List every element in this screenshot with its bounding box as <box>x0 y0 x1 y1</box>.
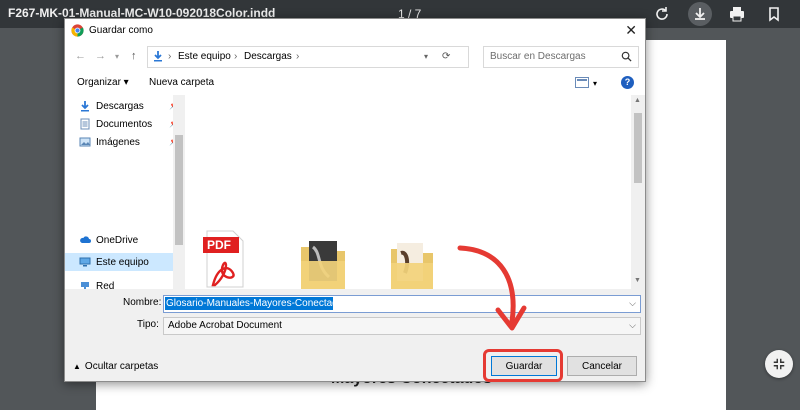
search-icon <box>621 51 632 62</box>
scrollbar-thumb[interactable] <box>175 135 183 245</box>
view-options-chevron-icon[interactable]: ▾ <box>593 79 597 88</box>
recent-chevron-icon[interactable]: ▾ <box>115 52 119 61</box>
hide-folders-label: Ocultar carpetas <box>84 361 159 372</box>
name-label: Nombre: <box>123 297 162 308</box>
computer-icon <box>79 257 91 267</box>
chevron-up-icon: ▲ <box>73 362 81 371</box>
download-arrow-icon <box>154 51 162 62</box>
save-button[interactable]: Guardar <box>491 356 557 376</box>
print-icon[interactable] <box>727 4 747 24</box>
sidebar-item-label: Red <box>96 280 115 290</box>
chevron-down-icon[interactable]: ⌵ <box>629 320 636 331</box>
sidebar-item-label: Este equipo <box>96 256 149 268</box>
hide-folders-toggle[interactable]: ▲ Ocultar carpetas <box>73 361 158 372</box>
chrome-logo-icon <box>71 24 84 37</box>
breadcrumb-separator: › <box>296 51 300 62</box>
breadcrumb-separator: › <box>168 51 172 62</box>
breadcrumb-descargas[interactable]: Descargas <box>244 51 292 62</box>
sidebar-item-label: Imágenes <box>96 136 140 148</box>
sidebar-item-este-equipo[interactable]: Este equipo <box>65 253 173 271</box>
sidebar-item-onedrive[interactable]: OneDrive <box>79 231 183 249</box>
type-label: Tipo: <box>137 319 159 330</box>
file-list-scrollbar[interactable]: ▲ ▼ <box>631 95 645 289</box>
help-icon[interactable]: ? <box>621 76 634 89</box>
scrollbar-thumb[interactable] <box>634 113 642 183</box>
dialog-footer: ▲ Ocultar carpetas Guardar Cancelar <box>65 347 645 382</box>
forward-arrow-icon[interactable]: → <box>95 50 106 62</box>
view-options-icon[interactable] <box>575 77 589 88</box>
dialog-title: Guardar como <box>89 25 153 36</box>
download-icon[interactable] <box>688 2 712 26</box>
scroll-down-icon[interactable]: ▼ <box>634 277 641 284</box>
search-box[interactable] <box>483 46 639 68</box>
close-icon[interactable]: ✕ <box>625 23 637 37</box>
cloud-icon <box>80 236 91 243</box>
breadcrumb-este-equipo[interactable]: Este equipo <box>178 51 231 62</box>
back-arrow-icon[interactable]: ← <box>75 50 86 62</box>
navigation-pane: Descargas 📌 Documentos 📌 Imágenes 📌 OneD… <box>65 95 185 289</box>
organize-menu[interactable]: Organizar ▾ <box>77 77 129 88</box>
search-input[interactable] <box>490 51 610 62</box>
sidebar-item-label: Documentos <box>96 118 153 130</box>
file-list-pane: PDF <box>185 95 631 291</box>
network-icon <box>81 282 89 289</box>
refresh-icon[interactable]: ⟳ <box>442 51 450 62</box>
navigation-scrollbar[interactable] <box>173 95 185 289</box>
save-as-dialog: Guardar como ✕ ← → ▾ ↑ › Este equipo › D… <box>64 18 646 382</box>
folder-icon <box>301 241 345 291</box>
pdf-label: PDF <box>207 238 231 252</box>
sidebar-item-descargas[interactable]: Descargas 📌 <box>79 97 183 115</box>
folder-icon <box>391 243 433 291</box>
new-folder-button[interactable]: Nueva carpeta <box>149 77 214 88</box>
scroll-up-icon[interactable]: ▲ <box>634 97 641 104</box>
folder-item[interactable] <box>389 239 433 291</box>
sidebar-item-documentos[interactable]: Documentos 📌 <box>79 115 183 133</box>
bookmark-icon[interactable] <box>764 4 784 24</box>
address-bar-row: ← → ▾ ↑ › Este equipo › Descargas › ▾ ⟳ <box>65 43 645 71</box>
filename-input[interactable] <box>164 297 608 310</box>
sidebar-item-label: Descargas <box>96 100 144 112</box>
documents-icon <box>80 118 90 130</box>
sidebar-item-red[interactable]: Red <box>79 277 183 289</box>
folder-item[interactable] <box>299 237 345 291</box>
address-bar[interactable]: › Este equipo › Descargas › ▾ ⟳ <box>147 46 469 68</box>
breadcrumb-separator: › <box>234 51 238 62</box>
cancel-button[interactable]: Cancelar <box>567 356 637 376</box>
address-dropdown-chevron-icon[interactable]: ▾ <box>424 52 428 61</box>
sidebar-item-imagenes[interactable]: Imágenes 📌 <box>79 133 183 151</box>
dialog-titlebar: Guardar como ✕ <box>65 19 645 43</box>
download-arrow-icon <box>81 101 89 112</box>
filename-field[interactable]: ⌵ <box>163 295 641 313</box>
fit-icon <box>773 358 785 370</box>
chevron-down-icon[interactable]: ⌵ <box>629 298 636 309</box>
file-item-pdf[interactable]: PDF <box>203 229 245 288</box>
up-arrow-icon[interactable]: ↑ <box>131 50 137 62</box>
rotate-icon[interactable] <box>652 4 672 24</box>
fit-to-page-button[interactable] <box>765 350 793 378</box>
save-form: Nombre: ⌵ Tipo: Adobe Acrobat Document ⌵ <box>65 289 645 347</box>
file-type-value: Adobe Acrobat Document <box>168 320 282 331</box>
command-bar: Organizar ▾ Nueva carpeta ▾ ? <box>65 71 645 95</box>
sidebar-item-label: OneDrive <box>96 234 139 246</box>
file-type-select[interactable]: Adobe Acrobat Document ⌵ <box>163 317 641 335</box>
images-icon <box>79 137 91 147</box>
